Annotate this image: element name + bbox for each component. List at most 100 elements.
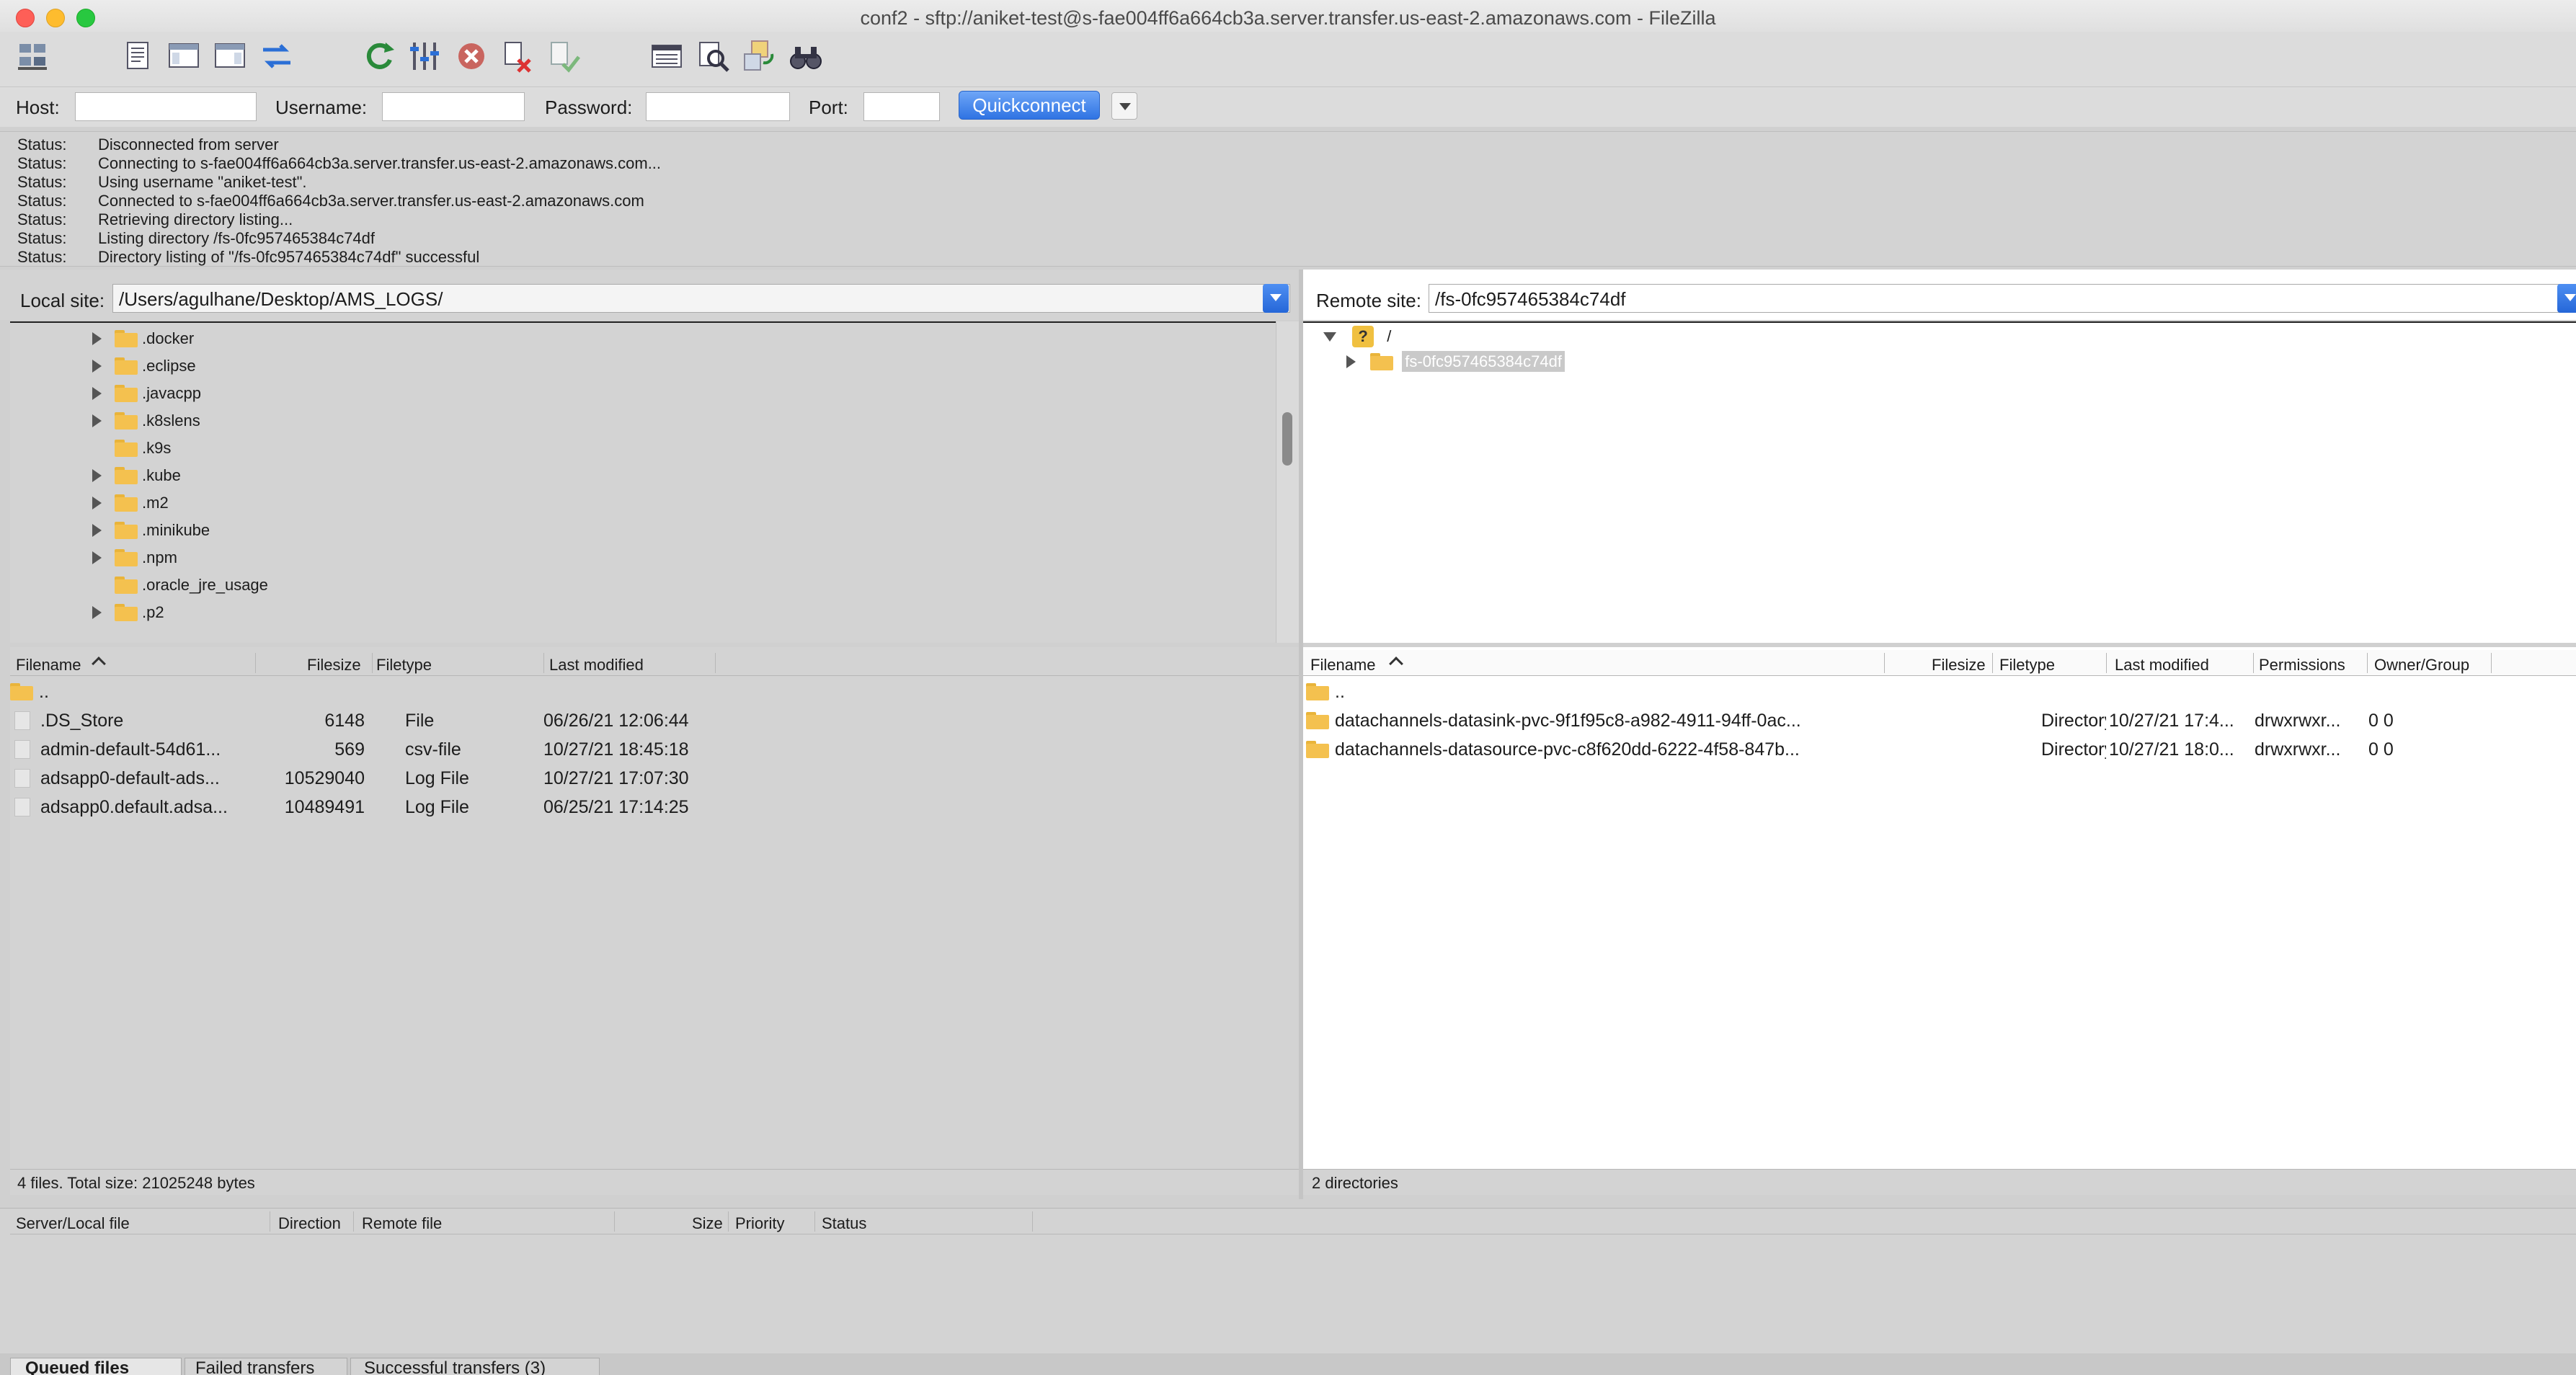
site-manager-icon[interactable]	[14, 36, 55, 76]
tab-successful-transfers[interactable]: Successful transfers (3)	[350, 1358, 600, 1375]
local-tree-item[interactable]: .eclipse	[92, 356, 196, 383]
expand-triangle-icon[interactable]	[92, 551, 102, 565]
local-file-row[interactable]: adsapp0-default-ads... 10529040 Log File 10…	[10, 764, 1299, 793]
local-tree-item[interactable]: .k8slens	[92, 411, 200, 438]
queue-tab-strip: Queued files Failed transfers Successful…	[0, 1353, 2576, 1375]
password-input[interactable]	[646, 92, 790, 121]
local-site-dropdown[interactable]	[1263, 284, 1289, 313]
remote-tree-item[interactable]: fs-0fc957465384c74df	[1346, 351, 1565, 379]
local-file-row[interactable]: adsapp0.default.adsa... 10489491 Log File 0…	[10, 793, 1299, 822]
quickconnect-button[interactable]: Quickconnect	[959, 91, 1100, 120]
queue-col-status[interactable]: Status	[822, 1214, 866, 1233]
remote-file-row[interactable]: datachannels-datasource-pvc-c8f620dd-622…	[1303, 735, 2576, 764]
toggle-local-tree-icon[interactable]	[164, 36, 205, 76]
local-tree-item[interactable]: .javacpp	[92, 383, 201, 411]
expanded-triangle-icon[interactable]	[1323, 331, 1336, 342]
remote-col-last-modified[interactable]: Last modified	[2115, 656, 2209, 675]
folder-icon	[115, 577, 138, 595]
local-tree-item[interactable]: .kube	[92, 466, 181, 493]
local-file-row[interactable]: .DS_Store 6148 File 06/26/21 12:06:44	[10, 706, 1299, 735]
remote-col-permissions[interactable]: Permissions	[2259, 656, 2345, 675]
remote-tree-root[interactable]: ? /	[1323, 326, 1391, 353]
local-status-text: 4 files. Total size: 21025248 bytes	[17, 1174, 255, 1192]
local-tree-item[interactable]: .npm	[92, 548, 177, 575]
refresh-icon[interactable]	[359, 36, 399, 76]
folder-icon	[115, 330, 138, 348]
local-parent-dir-row[interactable]: ..	[10, 677, 1299, 706]
expand-triangle-icon[interactable]	[92, 360, 102, 373]
toolbar	[0, 32, 2576, 89]
file-modified: 06/25/21 17:14:25	[543, 797, 689, 817]
expand-triangle-icon[interactable]	[92, 524, 102, 538]
remote-col-filetype[interactable]: Filetype	[1999, 656, 2055, 675]
search-remote-icon[interactable]	[786, 36, 826, 76]
queue-col-server-local-file[interactable]: Server/Local file	[16, 1214, 130, 1233]
cancel-icon[interactable]	[451, 36, 492, 76]
remote-col-owner-group[interactable]: Owner/Group	[2374, 656, 2469, 675]
local-site-path-input[interactable]: /Users/agulhane/Desktop/AMS_LOGS/	[112, 284, 1290, 313]
log-line-text: Directory listing of "/fs-0fc957465384c7…	[98, 248, 480, 266]
local-tree-item[interactable]: .minikube	[92, 520, 210, 548]
expand-triangle-icon[interactable]	[92, 606, 102, 620]
local-status-bar: 4 files. Total size: 21025248 bytes	[10, 1169, 1299, 1195]
disconnect-icon[interactable]	[497, 36, 538, 76]
toggle-comparison-icon[interactable]	[693, 36, 734, 76]
log-line: Status: Disconnected from server	[17, 135, 279, 154]
tab-queued-files[interactable]: Queued files	[10, 1358, 182, 1375]
remote-status-bar: 2 directories	[1303, 1169, 2576, 1195]
quickconnect-history-dropdown[interactable]	[1111, 92, 1137, 120]
expand-triangle-icon[interactable]	[92, 414, 102, 428]
username-input[interactable]	[382, 92, 525, 121]
toggle-message-log-icon[interactable]	[118, 36, 159, 76]
local-tree-item[interactable]: .p2	[92, 602, 164, 630]
log-line-label: Status:	[17, 248, 67, 266]
log-line: Status: Connecting to s-fae004ff6a664cb3a…	[17, 154, 661, 173]
local-col-filesize[interactable]: Filesize	[307, 656, 361, 675]
local-tree-item[interactable]: .docker	[92, 329, 194, 356]
queue-col-priority[interactable]: Priority	[735, 1214, 784, 1233]
process-queue-icon[interactable]	[405, 36, 445, 76]
file-modified: 10/27/21 17:4...	[2109, 711, 2234, 731]
remote-col-filename[interactable]: Filename	[1310, 656, 1375, 675]
local-tree-item-label: .eclipse	[142, 357, 196, 375]
local-tree-item-label: .docker	[142, 329, 195, 348]
pane-splitter[interactable]	[1299, 270, 1303, 1199]
tab-failed-transfers[interactable]: Failed transfers	[185, 1358, 347, 1375]
queue-col-direction[interactable]: Direction	[278, 1214, 341, 1233]
sync-browsing-icon[interactable]	[740, 36, 780, 76]
remote-col-filesize[interactable]: Filesize	[1932, 656, 1986, 675]
remote-parent-dir-row[interactable]: ..	[1303, 677, 2576, 706]
port-input[interactable]	[863, 92, 940, 121]
local-col-last-modified[interactable]: Last modified	[549, 656, 644, 675]
queue-col-remote-file[interactable]: Remote file	[362, 1214, 442, 1233]
toggle-remote-tree-icon[interactable]	[210, 36, 251, 76]
expand-triangle-icon[interactable]	[1346, 355, 1356, 369]
remote-site-path-input[interactable]: /fs-0fc957465384c74df	[1429, 284, 2576, 313]
expand-triangle-icon[interactable]	[92, 497, 102, 510]
expand-triangle-icon[interactable]	[92, 387, 102, 401]
file-icon	[14, 740, 30, 759]
local-tree-item[interactable]: .oracle_jre_usage	[92, 575, 268, 602]
local-col-filename[interactable]: Filename	[16, 656, 81, 675]
local-col-filetype[interactable]: Filetype	[376, 656, 432, 675]
toggle-transfer-queue-icon[interactable]	[257, 36, 297, 76]
local-file-row[interactable]: admin-default-54d61... 569 csv-file 10/27/2…	[10, 735, 1299, 764]
local-tree-scrollbar[interactable]	[1276, 321, 1299, 643]
folder-icon	[1306, 683, 1329, 700]
expand-triangle-icon[interactable]	[92, 332, 102, 346]
file-type: Directory	[2041, 711, 2106, 731]
queue-col-size[interactable]: Size	[692, 1214, 723, 1233]
local-tree-item[interactable]: .m2	[92, 493, 169, 520]
local-tree-item[interactable]: .k9s	[92, 438, 171, 466]
remote-file-row[interactable]: datachannels-datasink-pvc-9f1f95c8-a982-…	[1303, 706, 2576, 735]
folder-icon	[115, 494, 138, 512]
remote-site-dropdown[interactable]	[2557, 284, 2576, 313]
expand-triangle-icon[interactable]	[92, 469, 102, 483]
reconnect-icon[interactable]	[543, 36, 584, 76]
local-tree-item-label: .kube	[142, 466, 181, 485]
host-input[interactable]	[75, 92, 257, 121]
local-tree-item-label: .npm	[142, 548, 177, 567]
local-tree-item-label: .k8slens	[142, 411, 200, 430]
local-tree-scroll-thumb[interactable]	[1282, 412, 1292, 466]
directory-listing-filters-icon[interactable]	[647, 36, 688, 76]
